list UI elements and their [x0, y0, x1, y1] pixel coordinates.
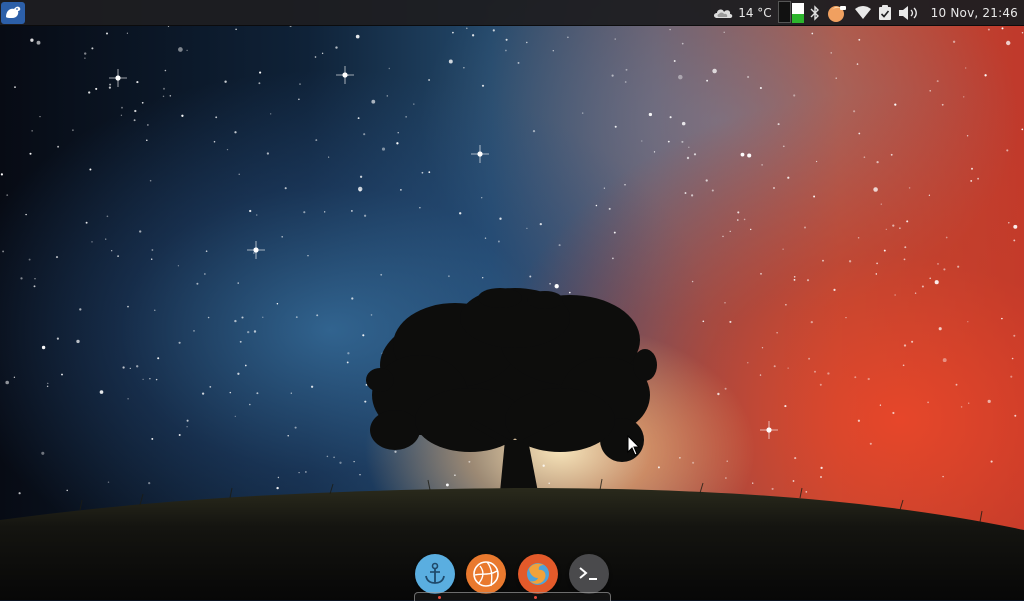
system-load-monitor[interactable]	[777, 0, 804, 25]
memory-load-bar	[792, 2, 804, 23]
dock-item-terminal[interactable]	[568, 554, 609, 594]
tree-silhouette	[366, 288, 657, 492]
firefox-icon	[526, 563, 549, 585]
cpu-load-bar	[777, 0, 792, 23]
cloud-icon	[714, 8, 733, 18]
volume-icon	[898, 5, 917, 20]
anchor-icon	[425, 562, 445, 584]
whisker-menu-button[interactable]	[1, 1, 25, 24]
clock[interactable]: 10 Nov, 21:46	[931, 6, 1018, 20]
power-manager-icon	[827, 5, 846, 22]
volume-control[interactable]	[898, 0, 920, 25]
dock-item-web-browser[interactable]	[466, 554, 507, 594]
weather-plugin[interactable]: 14 °C	[712, 0, 772, 25]
network-indicator[interactable]	[854, 0, 872, 25]
updates-indicator[interactable]	[878, 0, 892, 25]
bluetooth-icon	[810, 4, 819, 21]
tree-landscape	[0, 288, 1024, 600]
dock-item-firefox[interactable]	[517, 554, 558, 594]
bluetooth-indicator[interactable]	[810, 0, 820, 25]
system-tray: 14 °C 10 Nov, 21:46	[709, 0, 1024, 25]
wifi-icon	[854, 5, 871, 19]
terminal-icon	[579, 567, 597, 580]
updates-icon	[878, 4, 891, 20]
running-indicator	[534, 596, 537, 599]
top-panel: 14 °C 10 Nov, 21:46	[0, 0, 1024, 26]
globe-icon	[473, 561, 500, 587]
power-manager-indicator[interactable]	[826, 0, 848, 25]
temperature-label: 14 °C	[738, 5, 772, 20]
running-indicator	[438, 596, 441, 599]
mouse-cursor	[627, 435, 641, 456]
xfce-mouse-icon	[6, 6, 21, 18]
dock-item-anchor[interactable]	[415, 554, 455, 594]
